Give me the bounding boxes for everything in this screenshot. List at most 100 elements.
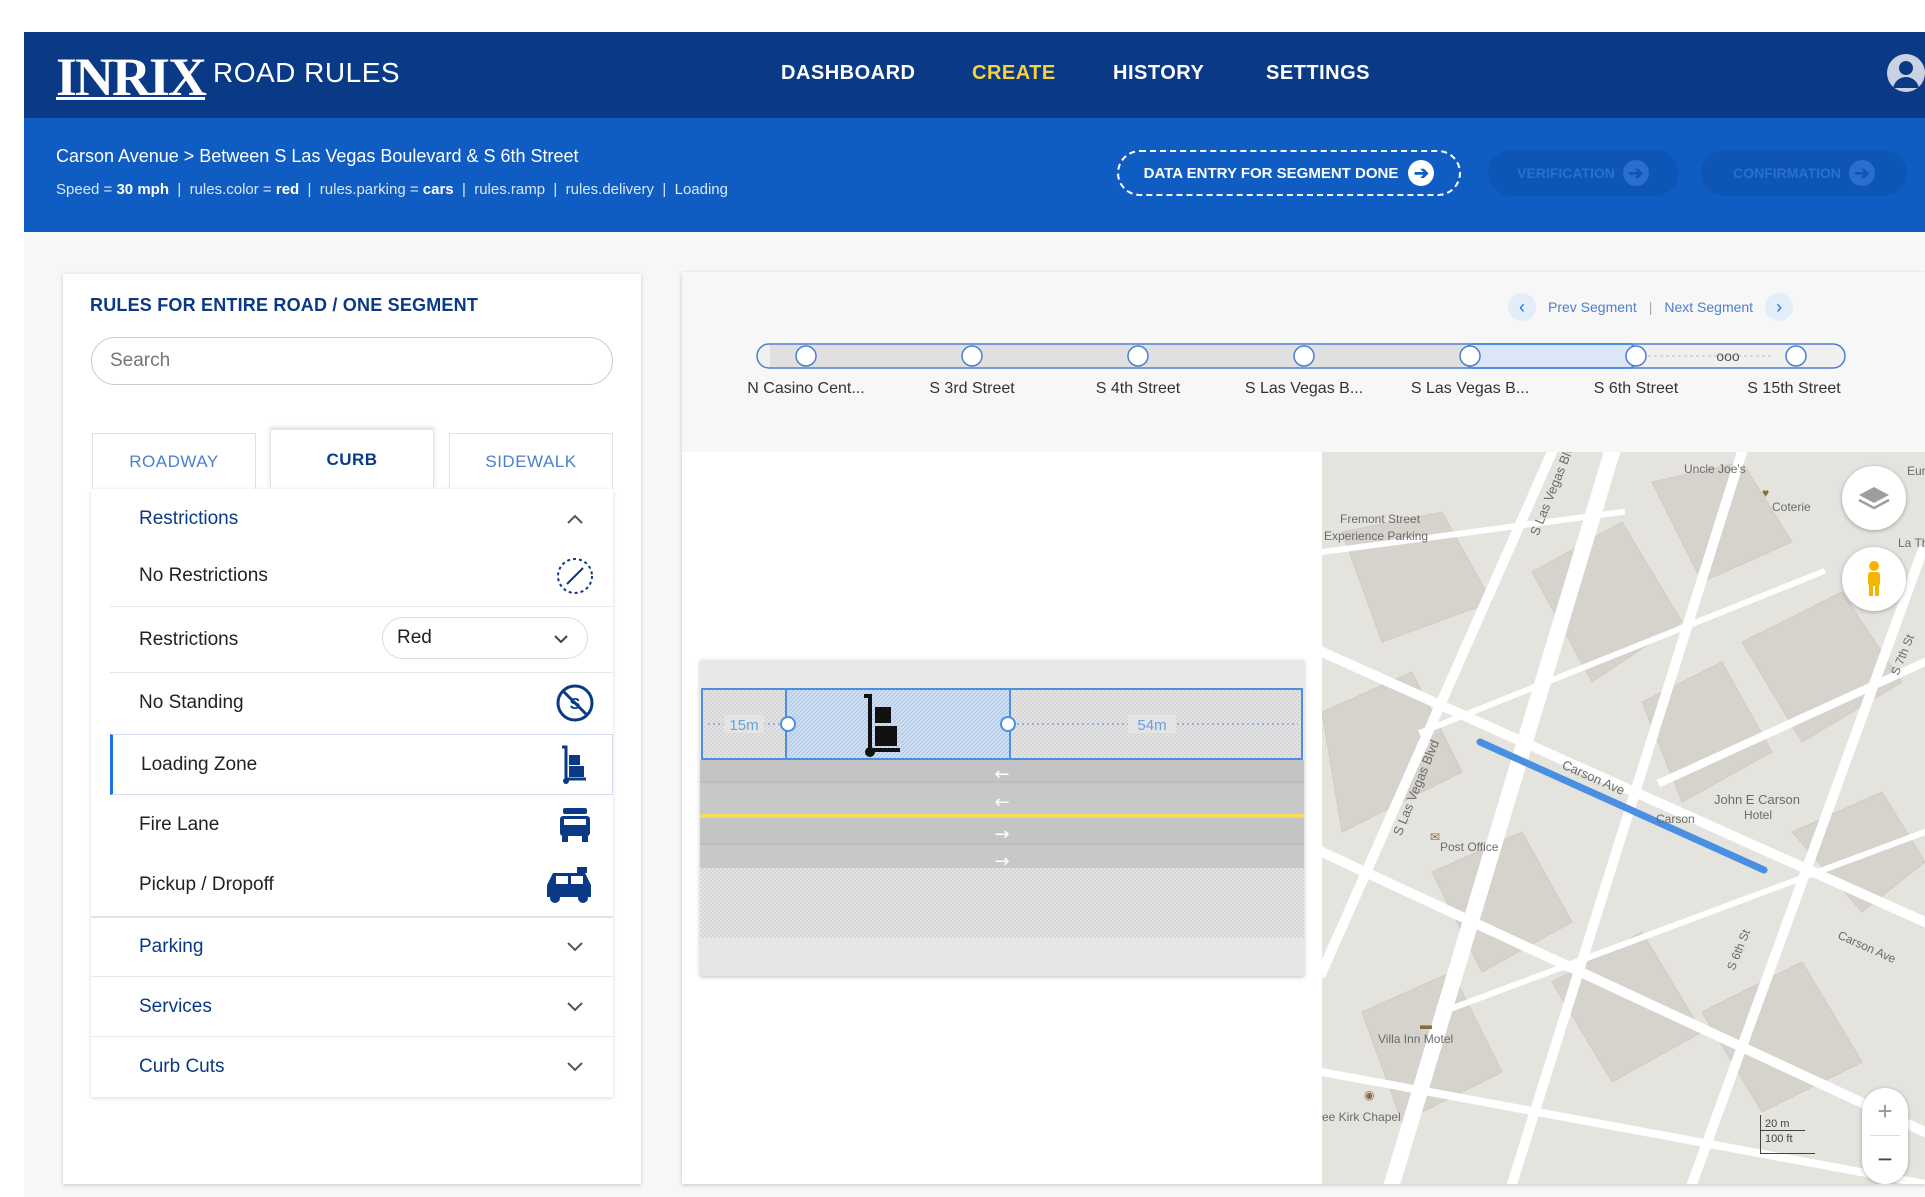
curb-rules-list: Restrictions No Restrictions Restriction… [91,489,613,1097]
map-label: La Thai [1898,536,1925,550]
scale-meters: 20 m [1765,1118,1790,1130]
breadcrumb: Carson Avenue > Between S Las Vegas Boul… [56,146,579,166]
timeline-node[interactable] [1459,345,1481,367]
timeline-label: S 6th Street [1593,380,1679,397]
rule-pickup-dropoff[interactable]: Pickup / Dropoff [110,855,613,915]
nav-dashboard[interactable]: DASHBOARD [781,62,916,85]
verification-button[interactable]: VERIFICATION ➔ [1488,150,1678,196]
road-cross-section: 15m 54m ← ← → → [700,660,1304,976]
tab-roadway[interactable]: ROADWAY [92,433,256,489]
map-label: John E Carson [1714,792,1800,807]
rule-fire-lane[interactable]: Fire Lane [110,795,613,855]
prev-segment-link[interactable]: Prev Segment [1548,299,1637,315]
rule-no-restrictions[interactable]: No Restrictions [110,545,613,607]
timeline-node[interactable] [1785,345,1807,367]
restrictions-select[interactable]: Red [382,617,588,659]
scale-feet: 100 ft [1761,1130,1805,1145]
restrictions-section-label: Restrictions [139,508,239,529]
segment-done-button[interactable]: DATA ENTRY FOR SEGMENT DONE ➔ [1117,150,1461,196]
search-input[interactable] [91,337,613,385]
speed-value: 30 mph [116,181,169,198]
rule-label: Fire Lane [139,814,220,835]
rule-label: Pickup / Dropoff [139,874,274,895]
map-label: Post Office [1440,840,1499,854]
restrictions-select-value: Red [397,627,432,648]
sidewalk-strip[interactable] [700,868,1304,938]
color-label: rules.color = [189,181,276,198]
next-segment-link[interactable]: Next Segment [1664,299,1753,315]
map-label: Hotel [1744,808,1773,822]
verification-label: VERIFICATION [1517,165,1615,181]
curb-cuts-section-header[interactable]: Curb Cuts [91,1037,613,1097]
nav-settings[interactable]: SETTINGS [1266,62,1370,85]
zoom-control: + − [1862,1088,1908,1184]
chevron-down-icon[interactable] [555,927,595,967]
zoom-out-icon[interactable]: − [1862,1136,1908,1183]
lane-direction-left-icon: ← [994,764,1009,785]
curb-cuts-section-label: Curb Cuts [139,1056,225,1077]
post-office-icon: ✉ [1430,830,1441,844]
timeline-label: S 4th Street [1095,380,1181,397]
timeline-node[interactable] [961,345,983,367]
map-label: Uncle Joe's [1684,462,1746,476]
parking-section-header[interactable]: Parking [91,917,613,977]
timeline-node[interactable] [1625,345,1647,367]
road-diagram: 15m 54m ← ← → → [700,660,1304,976]
map-label: Coterie [1772,500,1811,514]
nav-history[interactable]: HISTORY [1113,62,1204,85]
timeline-ellipsis[interactable]: ooo [1716,348,1740,364]
svg-text:S: S [570,696,581,713]
chevron-down-icon[interactable] [555,987,595,1027]
left-distance-label: 15m [729,717,758,734]
tab-curb[interactable]: CURB [270,429,434,489]
segment-handle-left[interactable] [780,716,796,732]
rule-label: Restrictions [139,628,239,650]
parking-section-label: Parking [139,935,204,957]
nav-separator: | [1648,299,1653,315]
timeline-node[interactable] [1293,345,1315,367]
restrictions-section-header[interactable]: Restrictions [91,489,613,549]
inrix-logo[interactable]: INRIX [56,50,207,104]
chevron-up-icon[interactable] [555,499,595,539]
right-distance-label: 54m [1137,717,1166,734]
map-scale: 20 m 100 ft [1760,1115,1815,1154]
segment-timeline[interactable]: ooo [756,342,1846,370]
chevron-down-icon[interactable] [555,1047,595,1087]
zoom-in-icon[interactable]: + [1862,1088,1908,1135]
street-view-pegman-icon[interactable] [1842,547,1906,611]
map-label: Villa Inn Motel [1378,1032,1454,1046]
camera-icon: ◉ [1364,1088,1375,1102]
segment-map[interactable]: Uncle Joe's Coterie La Thai Eur Fremont … [1322,452,1925,1184]
parking-label: rules.parking = [319,181,423,198]
tab-sidewalk[interactable]: SIDEWALK [449,433,613,489]
layers-icon[interactable] [1842,466,1906,530]
timeline-node[interactable] [1127,345,1149,367]
map-label: Carson [1656,812,1695,826]
segment-navigation: ‹ Prev Segment | Next Segment › [1508,293,1794,321]
lane-direction-right-icon: → [994,824,1009,845]
user-avatar-icon[interactable] [1887,54,1925,92]
chevron-down-icon [553,628,569,649]
arrow-right-icon: ➔ [1408,160,1435,186]
rule-loading-zone[interactable]: Loading Zone [110,734,613,795]
confirmation-button[interactable]: CONFIRMATION ➔ [1701,150,1907,196]
services-section-label: Services [139,995,212,1017]
segment-handle-right[interactable] [1000,716,1016,732]
rule-label: No Restrictions [139,564,268,586]
loading-dolly-icon [554,745,594,785]
rule-restrictions[interactable]: Restrictions Red [110,607,613,673]
rule-label: No Standing [139,692,244,713]
speed-label: Speed = [56,181,117,198]
nav-create[interactable]: CREATE [972,62,1056,85]
rule-no-standing[interactable]: No Standing S [110,673,613,733]
map-canvas[interactable] [1322,452,1925,1184]
timeline-label: N Casino Cent... [747,380,865,397]
ramp-label: rules.ramp [474,181,546,198]
chevron-right-icon[interactable]: › [1765,293,1794,321]
map-label: Fremont Street [1340,512,1421,526]
color-value: red [275,181,300,198]
services-section-header[interactable]: Services [91,977,613,1037]
timeline-node[interactable] [795,345,817,367]
chevron-left-icon[interactable]: ‹ [1508,293,1536,321]
timeline-label: S Las Vegas B... [1410,380,1530,397]
